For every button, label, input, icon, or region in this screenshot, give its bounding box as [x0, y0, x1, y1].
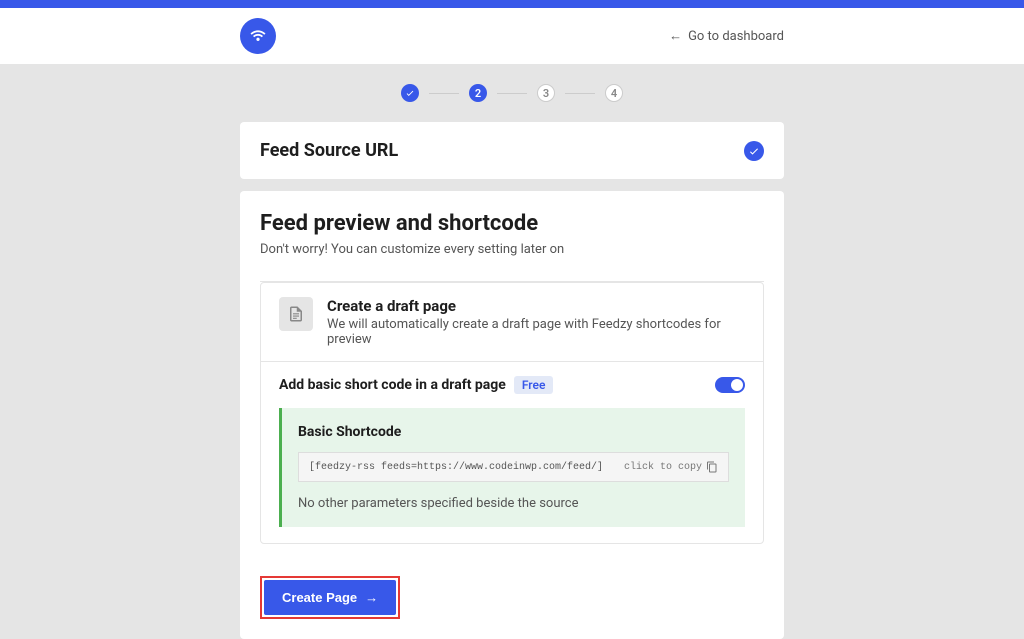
preview-card: Feed preview and shortcode Don't worry! … — [240, 191, 784, 639]
feed-source-check — [744, 141, 764, 161]
copy-hint-text: click to copy — [624, 462, 702, 473]
step-line — [565, 93, 595, 94]
step-3[interactable]: 3 — [537, 84, 555, 102]
draft-title: Create a draft page — [327, 297, 745, 315]
shortcode-toggle[interactable] — [715, 377, 745, 393]
no-params-text: No other parameters specified beside the… — [298, 496, 729, 511]
create-page-button[interactable]: Create Page → — [264, 580, 396, 615]
document-icon — [279, 297, 313, 331]
copy-hint[interactable]: click to copy — [624, 461, 718, 473]
preview-title: Feed preview and shortcode — [260, 211, 764, 236]
shortcode-box-title: Basic Shortcode — [298, 424, 729, 440]
step-line — [497, 93, 527, 94]
wifi-icon — [248, 26, 268, 46]
free-badge: Free — [514, 376, 554, 394]
arrow-left-icon: ← — [669, 28, 682, 44]
draft-header: Create a draft page We will automaticall… — [261, 283, 763, 362]
draft-section: Create a draft page We will automaticall… — [260, 282, 764, 544]
header: ← Go to dashboard — [0, 8, 1024, 64]
step-1[interactable] — [401, 84, 419, 102]
feed-source-title: Feed Source URL — [260, 140, 398, 161]
logo — [240, 18, 276, 54]
shortcode-row-label: Add basic short code in a draft page — [279, 377, 506, 393]
feed-source-card: Feed Source URL — [240, 122, 784, 179]
step-4[interactable]: 4 — [605, 84, 623, 102]
copy-icon — [706, 461, 718, 473]
top-accent-bar — [0, 0, 1024, 8]
step-line — [429, 93, 459, 94]
code-box[interactable]: [feedzy-rss feeds=https://www.codeinwp.c… — [298, 452, 729, 482]
dashboard-link-text: Go to dashboard — [688, 29, 784, 44]
shortcode-code: [feedzy-rss feeds=https://www.codeinwp.c… — [309, 462, 603, 473]
create-button-highlight: Create Page → — [260, 576, 400, 619]
arrow-right-icon: → — [365, 590, 378, 605]
shortcode-toggle-row: Add basic short code in a draft page Fre… — [261, 362, 763, 408]
check-icon — [748, 145, 760, 157]
draft-desc: We will automatically create a draft pag… — [327, 317, 745, 347]
preview-subtitle: Don't worry! You can customize every set… — [260, 242, 764, 257]
step-2[interactable]: 2 — [469, 84, 487, 102]
dashboard-link[interactable]: ← Go to dashboard — [669, 28, 784, 44]
stepper: 2 3 4 — [240, 84, 784, 102]
shortcode-box: Basic Shortcode [feedzy-rss feeds=https:… — [279, 408, 745, 527]
create-button-label: Create Page — [282, 590, 357, 605]
check-icon — [405, 88, 415, 98]
